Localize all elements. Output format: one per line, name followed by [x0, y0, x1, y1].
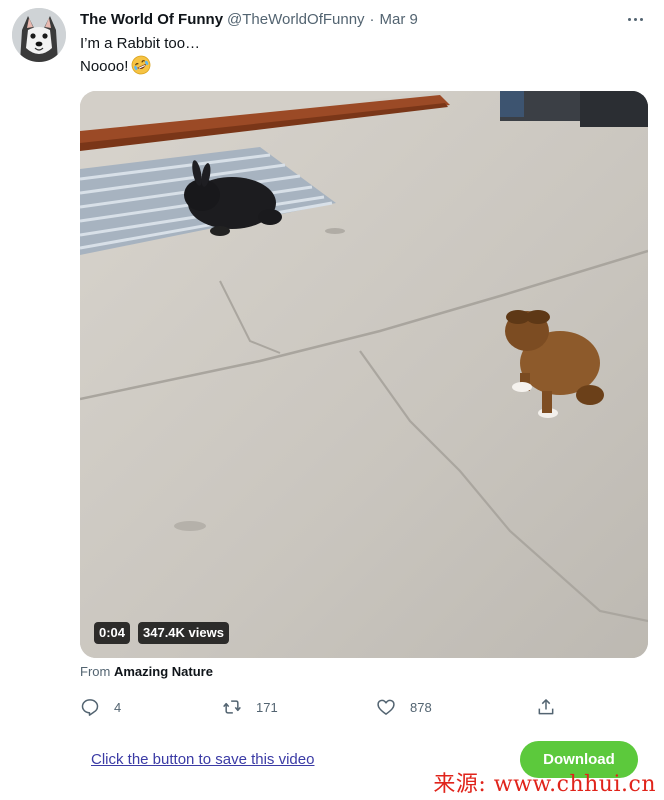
video-duration-badge: 0:04 — [94, 622, 131, 644]
source-name-link[interactable]: Amazing Nature — [114, 664, 213, 679]
reply-icon — [81, 699, 99, 716]
reply-button[interactable]: 4 — [80, 694, 121, 720]
tweet-text-line-2: Noooo! — [80, 55, 200, 78]
more-dot-icon — [633, 17, 637, 21]
video-views-badge: 347.4K views — [138, 622, 229, 644]
share-button[interactable] — [536, 694, 556, 720]
tweet-text-line-2-text: Noooo! — [80, 58, 129, 75]
husky-avatar-icon — [12, 8, 66, 62]
video-player[interactable]: 0:04 347.4K views — [80, 91, 648, 658]
rolling-on-floor-laughing-icon — [131, 55, 151, 75]
tweet: The World Of Funny @TheWorldOfFunny · Ma… — [0, 0, 664, 800]
like-button[interactable]: 878 — [376, 694, 432, 720]
reply-count: 4 — [114, 699, 122, 715]
tweet-date[interactable]: Mar 9 — [380, 11, 418, 28]
heart-icon — [377, 699, 395, 715]
video-thumbnail-scene — [80, 91, 648, 658]
retweet-button[interactable]: 171 — [222, 694, 278, 720]
separator-dot: · — [369, 10, 375, 28]
tweet-header: The World Of Funny @TheWorldOfFunny · Ma… — [80, 9, 418, 29]
save-video-link[interactable]: Click the button to save this video — [91, 751, 314, 768]
author-handle[interactable]: @TheWorldOfFunny — [227, 11, 365, 28]
more-dot-icon — [627, 17, 631, 21]
retweet-icon — [223, 700, 241, 714]
video-source: From Amazing Nature — [80, 664, 213, 679]
watermark-text: 来源: www.chhui.cn — [433, 772, 656, 797]
author-name[interactable]: The World Of Funny — [80, 11, 223, 28]
retweet-count: 171 — [256, 699, 278, 715]
share-icon — [538, 699, 554, 715]
tweet-text: I’m a Rabbit too… Noooo! — [80, 33, 200, 78]
source-prefix: From — [80, 664, 111, 679]
more-dot-icon — [639, 17, 643, 21]
more-options-button[interactable] — [624, 9, 646, 29]
tweet-actions: 4 171 878 — [80, 694, 560, 720]
like-count: 878 — [410, 699, 432, 715]
tweet-text-line-1: I’m a Rabbit too… — [80, 35, 201, 52]
avatar[interactable] — [12, 8, 66, 62]
